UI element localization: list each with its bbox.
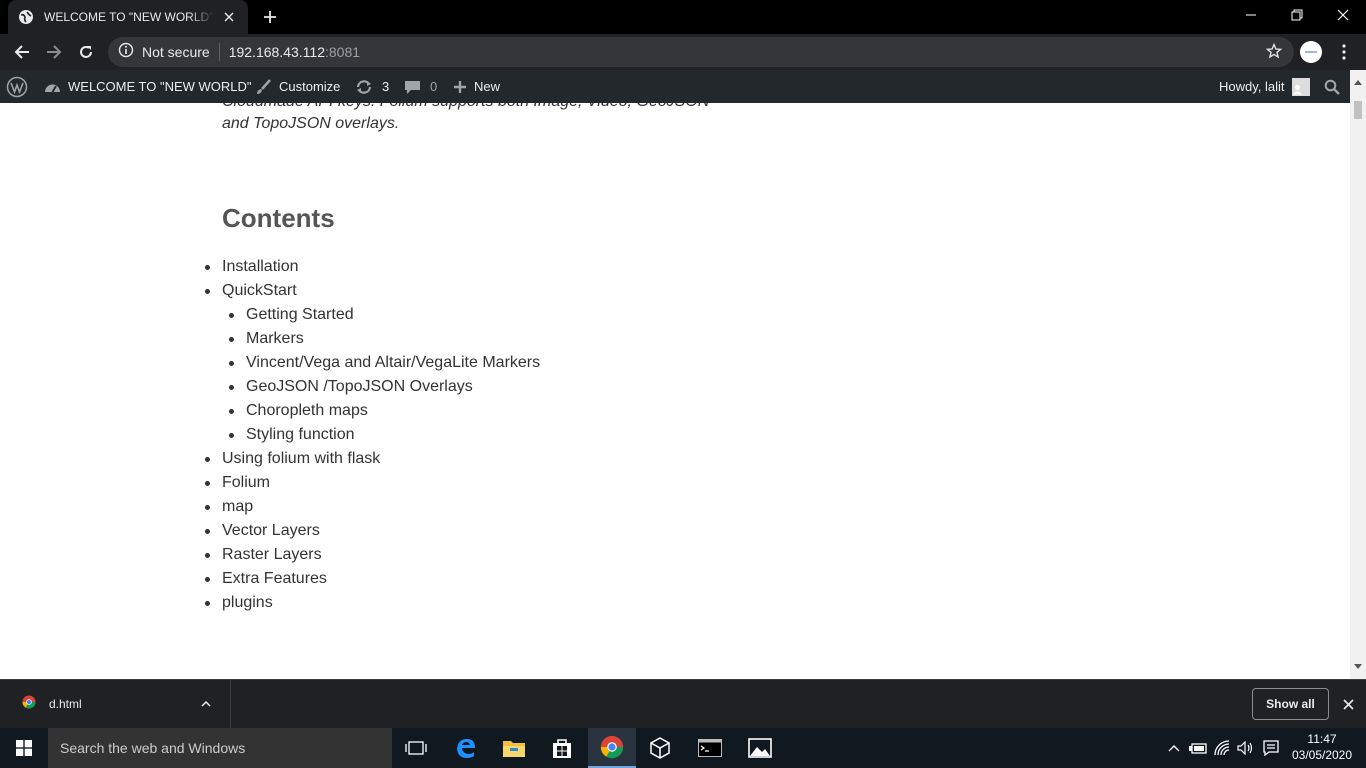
forward-button[interactable]: [40, 38, 68, 66]
toc-item[interactable]: Folium: [204, 471, 540, 495]
volume-icon[interactable]: [1236, 728, 1256, 768]
intro-text-line-2: and TopoJSON overlays.: [222, 115, 400, 132]
chrome-file-icon: [22, 695, 36, 714]
comments-link[interactable]: 0: [404, 70, 437, 103]
info-icon[interactable]: [118, 42, 134, 63]
browser-menu-icon[interactable]: [1334, 40, 1354, 64]
contents-heading: Contents: [222, 203, 335, 233]
customize-link[interactable]: Customize: [256, 70, 340, 103]
toc-item[interactable]: Styling function: [228, 423, 540, 447]
updates-icon: [356, 79, 372, 94]
store-icon[interactable]: [538, 728, 586, 768]
url-host: 192.168.43.112: [228, 44, 325, 60]
site-name-label: WELCOME TO "NEW WORLD": [68, 79, 252, 94]
comment-icon: [405, 80, 420, 94]
download-file-name: d.html: [49, 697, 82, 711]
toc-item[interactable]: QuickStart: [204, 279, 540, 303]
toc-item[interactable]: Markers: [228, 327, 540, 351]
my-account-menu[interactable]: Howdy, lalit: [1219, 70, 1310, 103]
search-icon[interactable]: [1324, 70, 1347, 103]
taskbar-search-input[interactable]: Search the web and Windows: [48, 728, 392, 768]
address-bar[interactable]: Not secure 192.168.43.112 :8081: [108, 37, 1294, 67]
globe-icon: [18, 9, 34, 25]
url-port: :8081: [324, 44, 361, 60]
customize-label: Customize: [279, 79, 341, 94]
vertical-scrollbar[interactable]: [1350, 70, 1366, 679]
toc-item[interactable]: Vector Layers: [204, 519, 540, 543]
task-view-icon[interactable]: [392, 728, 440, 768]
clock-date: 03/05/2020: [1291, 748, 1353, 762]
virtualbox-icon[interactable]: [636, 728, 684, 768]
updates-link[interactable]: 3: [355, 70, 389, 103]
command-prompt-icon[interactable]: [686, 728, 734, 768]
new-content-link[interactable]: New: [453, 70, 500, 103]
chrome-taskbar-icon[interactable]: [588, 728, 636, 768]
chevron-up-tray-icon[interactable]: [1166, 728, 1182, 768]
download-item[interactable]: d.html: [0, 680, 231, 728]
windows-taskbar: Search the web and Windows 11:47 03/05/2…: [0, 728, 1366, 768]
reload-button[interactable]: [72, 38, 100, 66]
user-avatar-icon: [1291, 77, 1310, 96]
new-label: New: [474, 79, 501, 94]
toc-item[interactable]: Vincent/Vega and Altair/VegaLite Markers: [228, 351, 540, 375]
toc-item[interactable]: Installation: [204, 255, 540, 279]
edge-browser-icon[interactable]: [442, 728, 490, 768]
dashboard-icon: [45, 84, 60, 92]
comments-count: 0: [430, 79, 438, 94]
bookmark-star-icon[interactable]: [1265, 42, 1283, 64]
close-window-button[interactable]: [1320, 0, 1366, 30]
chevron-up-icon[interactable]: [194, 692, 218, 716]
plus-icon: [454, 80, 466, 93]
action-center-icon[interactable]: [1260, 728, 1282, 768]
battery-icon[interactable]: [1188, 728, 1208, 768]
wifi-icon[interactable]: [1212, 728, 1234, 768]
windows-start-icon[interactable]: [0, 728, 48, 768]
download-shelf: d.html Show all: [0, 679, 1366, 728]
toc-item[interactable]: map: [204, 495, 540, 519]
show-all-button[interactable]: Show all: [1252, 688, 1329, 720]
back-button[interactable]: [8, 38, 36, 66]
browser-tab[interactable]: WELCOME TO "NEW WORLD" – J: [8, 0, 248, 34]
paintbrush-icon: [257, 78, 271, 94]
scroll-down-icon[interactable]: [1354, 657, 1362, 675]
toc-item[interactable]: Raster Layers: [204, 543, 540, 567]
howdy-label: Howdy, lalit: [1219, 79, 1285, 94]
restore-button[interactable]: [1274, 0, 1320, 30]
photos-icon[interactable]: [736, 728, 784, 768]
security-label: Not secure: [142, 44, 210, 60]
toc-item[interactable]: Getting Started: [228, 303, 540, 327]
toc-item[interactable]: Using folium with flask: [204, 447, 540, 471]
scroll-up-icon[interactable]: [1354, 72, 1362, 90]
profile-avatar[interactable]: [1300, 41, 1322, 63]
clock-time: 11:47: [1307, 732, 1337, 746]
table-of-contents: Installation QuickStart Getting Started Mar…: [204, 255, 540, 615]
scrollbar-thumb[interactable]: [1354, 101, 1362, 119]
taskbar-clock[interactable]: 11:47 03/05/2020: [1284, 731, 1360, 763]
toc-item[interactable]: plugins: [204, 591, 540, 615]
toc-item[interactable]: Extra Features: [204, 567, 540, 591]
updates-count: 3: [382, 79, 390, 94]
minimize-button[interactable]: [1228, 0, 1274, 30]
file-explorer-icon[interactable]: [490, 728, 538, 768]
tab-close-icon[interactable]: [220, 8, 238, 26]
page-content: Cloudmade API keys. Folium supports both…: [0, 103, 1350, 679]
browser-toolbar: Not secure 192.168.43.112 :8081: [0, 34, 1366, 70]
wp-admin-bar: WELCOME TO "NEW WORLD" Customize 3 0 New…: [0, 70, 1366, 103]
omnibox-separator: [218, 43, 220, 61]
toc-item[interactable]: Choropleth maps: [228, 399, 540, 423]
wordpress-logo-icon[interactable]: [6, 70, 35, 103]
site-name-menu[interactable]: WELCOME TO "NEW WORLD": [44, 70, 252, 103]
new-tab-button[interactable]: [258, 5, 282, 29]
tab-strip: WELCOME TO "NEW WORLD" – J: [0, 0, 1366, 34]
toc-item[interactable]: GeoJSON /TopoJSON Overlays: [228, 375, 540, 399]
tab-title: WELCOME TO "NEW WORLD" – J: [44, 10, 214, 24]
close-shelf-icon[interactable]: [1338, 694, 1358, 714]
